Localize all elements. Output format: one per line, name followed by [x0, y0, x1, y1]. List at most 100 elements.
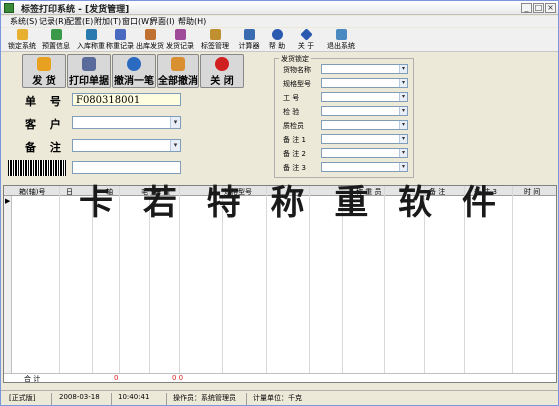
lock-inspector-select[interactable]: ▾	[321, 120, 408, 130]
barcode-icon	[8, 160, 66, 176]
menu-bar: 系统(S) 记录(R) 配置(E) 附加(T) 窗口(W) 界面(I) 帮助(H…	[1, 16, 558, 27]
customer-label: 客 户	[25, 118, 66, 131]
print-document-button[interactable]: 打印单据	[67, 54, 111, 88]
toolbar-help-button[interactable]: 帮 助	[266, 28, 288, 52]
chevron-down-icon[interactable]: ▾	[170, 117, 180, 128]
toolbar-about-button[interactable]: 关 于	[295, 28, 317, 52]
status-divider	[111, 393, 112, 405]
chevron-down-icon[interactable]: ▾	[399, 65, 407, 73]
note-label: 备 注	[25, 141, 66, 154]
total-net: 0 0	[172, 374, 184, 382]
app-icon	[4, 3, 14, 13]
col-box-number[interactable]: 箱(轴)号	[19, 187, 45, 197]
toolbar: 锁定系统 预置信息 入库称重 称重记录 出库发货 发货记录 标签管理 计算器 帮…	[1, 28, 558, 52]
lock-worker-id-select[interactable]: ▾	[321, 92, 408, 102]
col-date[interactable]: 日	[66, 187, 73, 197]
status-operator: 操作员：系统管理员	[173, 394, 236, 402]
globe-icon	[50, 29, 62, 40]
undo-all-icon	[171, 57, 185, 71]
total-label: 合 计	[24, 375, 41, 383]
lock-note2-select[interactable]: ▾	[321, 148, 408, 158]
toolbar-preset-button[interactable]: 预置信息	[42, 28, 70, 52]
maximize-button[interactable]: □	[533, 3, 544, 13]
lock-note3-select[interactable]: ▾	[321, 162, 408, 172]
status-divider	[51, 393, 52, 405]
lock-label-worker-id: 工 号	[283, 94, 300, 102]
lock-label-spec: 规格型号	[283, 80, 311, 88]
order-number-label: 单 号	[25, 95, 66, 108]
lock-label-note2: 备 注 2	[283, 150, 306, 158]
ship-button[interactable]: 发 货	[22, 54, 66, 88]
undo-icon	[127, 57, 141, 71]
close-window-button[interactable]: ×	[545, 3, 556, 13]
total-gross: 0	[114, 374, 119, 382]
chevron-down-icon[interactable]: ▾	[170, 140, 180, 151]
print-icon	[82, 57, 96, 71]
close-button[interactable]: 关 闭	[200, 54, 244, 88]
title-bar[interactable]: 标签打印系统 - [发货管理] _ □ ×	[1, 1, 558, 15]
chevron-down-icon[interactable]: ▾	[399, 163, 407, 171]
row-pointer-icon: ▶	[5, 197, 11, 205]
order-number-field[interactable]: F080318001	[72, 93, 181, 106]
col-divider	[512, 186, 513, 382]
group-title: 发货锁定	[279, 54, 311, 64]
toolbar-exit-button[interactable]: 退出系统	[326, 28, 356, 52]
toolbar-weigh-records-button[interactable]: 称重记录	[106, 28, 134, 52]
help-icon	[271, 29, 283, 40]
exit-icon	[335, 29, 347, 40]
ship-icon	[37, 57, 51, 71]
chevron-down-icon[interactable]: ▾	[399, 79, 407, 87]
toolbar-weigh-in-button[interactable]: 入库称重	[77, 28, 105, 52]
menu-interface[interactable]: 界面(I)	[150, 16, 175, 27]
customer-select[interactable]: ▾	[72, 116, 181, 129]
undo-one-button[interactable]: 撤消一笔	[112, 54, 156, 88]
export-icon	[144, 29, 156, 40]
lock-label-note3: 备 注 3	[283, 164, 306, 172]
status-divider	[246, 393, 247, 405]
lock-goods-name-select[interactable]: ▾	[321, 64, 408, 74]
import-icon	[85, 29, 97, 40]
lock-note1-select[interactable]: ▾	[321, 134, 408, 144]
minimize-button[interactable]: _	[521, 3, 532, 13]
chevron-down-icon[interactable]: ▾	[399, 135, 407, 143]
app-window: 标签打印系统 - [发货管理] _ □ × 系统(S) 记录(R) 配置(E) …	[0, 0, 559, 406]
toolbar-ship-out-button[interactable]: 出库发货	[136, 28, 164, 52]
col-time[interactable]: 时 间	[524, 187, 540, 197]
lock-spec-select[interactable]: ▾	[321, 78, 408, 88]
col-divider	[59, 186, 60, 382]
toolbar-tag-button[interactable]: 标签管理	[201, 28, 229, 52]
row-indicator: ▶	[4, 196, 12, 382]
toolbar-lock-button[interactable]: 锁定系统	[8, 28, 36, 52]
lock-label-goods-name: 货物名称	[283, 66, 311, 74]
menu-system[interactable]: 系统(S)	[10, 16, 37, 27]
calculator-icon	[243, 29, 255, 40]
close-icon	[215, 57, 229, 71]
status-bar: [正式版] 2008-03-18 10:40:41 操作员：系统管理员 计量单位…	[1, 390, 558, 405]
lock-label-inspector: 质检员	[283, 122, 304, 130]
lock-icon	[16, 29, 28, 40]
tag-icon	[209, 29, 221, 40]
menu-records[interactable]: 记录(R)	[39, 16, 67, 27]
undo-all-button[interactable]: 全部撤消	[157, 54, 199, 88]
records-icon	[114, 29, 126, 40]
barcode-input[interactable]	[72, 161, 181, 174]
shipping-panel: 发 货 打印单据 撤消一笔 全部撤消 关 闭 单 号 F080318001 客 …	[1, 53, 558, 185]
menu-window[interactable]: 窗口(W)	[122, 16, 152, 27]
lock-label-note1: 备 注 1	[283, 136, 306, 144]
window-title: 标签打印系统 - [发货管理]	[21, 5, 130, 15]
chevron-down-icon[interactable]: ▾	[399, 121, 407, 129]
note-select[interactable]: ▾	[72, 139, 181, 152]
menu-addon[interactable]: 附加(T)	[94, 16, 121, 27]
status-time: 10:40:41	[118, 393, 150, 401]
chevron-down-icon[interactable]: ▾	[399, 93, 407, 101]
lock-inspection-select[interactable]: ▾	[321, 106, 408, 116]
menu-config[interactable]: 配置(E)	[66, 16, 93, 27]
ship-records-icon	[174, 29, 186, 40]
menu-help[interactable]: 帮助(H)	[178, 16, 206, 27]
toolbar-calculator-button[interactable]: 计算器	[237, 28, 261, 52]
chevron-down-icon[interactable]: ▾	[399, 107, 407, 115]
status-unit: 计量单位：千克	[253, 394, 302, 402]
chevron-down-icon[interactable]: ▾	[399, 149, 407, 157]
status-divider	[166, 393, 167, 405]
toolbar-ship-records-button[interactable]: 发货记录	[166, 28, 194, 52]
